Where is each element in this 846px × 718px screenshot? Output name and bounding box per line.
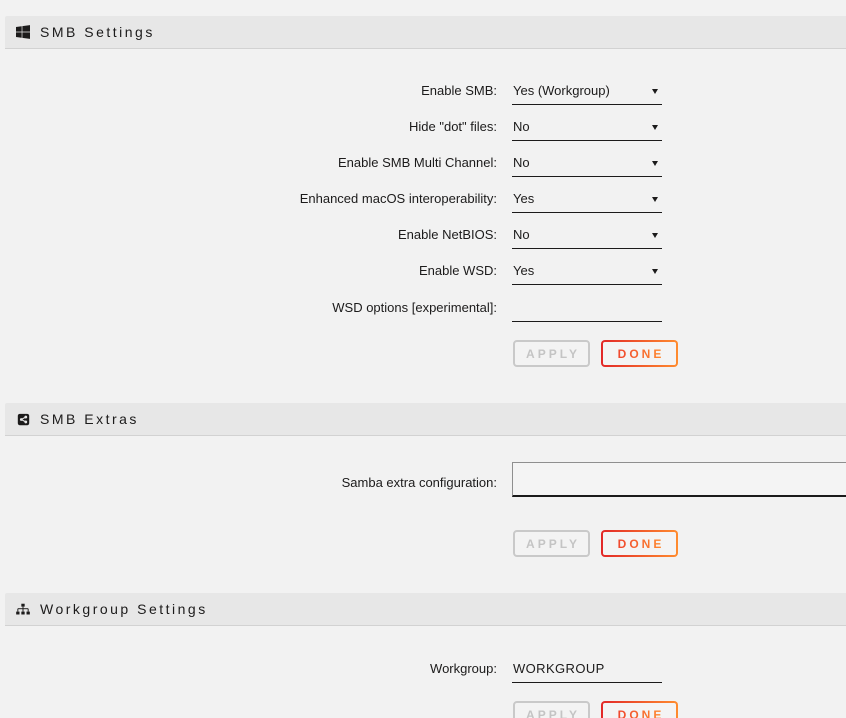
- smb-settings-done-button[interactable]: DONE: [601, 340, 678, 367]
- workgroup-apply-button[interactable]: APPLY: [513, 701, 590, 718]
- wsd-options-input[interactable]: [512, 300, 662, 322]
- workgroup-input[interactable]: [512, 661, 662, 683]
- select-value: No: [513, 227, 530, 242]
- field-row-macos-interop: Enhanced macOS interoperability: Yes: [0, 191, 846, 213]
- field-label: Enable SMB Multi Channel:: [0, 155, 497, 170]
- caret-down-icon: [652, 197, 658, 202]
- field-row-enable-netbios: Enable NetBIOS: No: [0, 227, 846, 249]
- section-title: SMB Extras: [40, 411, 139, 427]
- field-label: Hide "dot" files:: [0, 119, 497, 134]
- field-label: WSD options [experimental]:: [0, 300, 497, 315]
- hide-dot-files-select[interactable]: No: [512, 119, 662, 141]
- select-value: Yes: [513, 191, 534, 206]
- button-row: APPLY DONE: [513, 701, 846, 718]
- smb-extras-done-button[interactable]: DONE: [601, 530, 678, 557]
- field-row-smb-multi-channel: Enable SMB Multi Channel: No: [0, 155, 846, 177]
- section-title: Workgroup Settings: [40, 601, 208, 617]
- field-row-enable-smb: Enable SMB: Yes (Workgroup): [0, 83, 846, 105]
- field-label: Workgroup:: [0, 661, 497, 676]
- caret-down-icon: [652, 89, 658, 94]
- field-row-hide-dot-files: Hide "dot" files: No: [0, 119, 846, 141]
- section-workgroup-settings: Workgroup Settings Workgroup: APPLY DONE: [0, 593, 846, 718]
- field-row-enable-wsd: Enable WSD: Yes: [0, 263, 846, 285]
- caret-down-icon: [652, 161, 658, 166]
- field-label: Enable SMB:: [0, 83, 497, 98]
- field-label: Enable WSD:: [0, 263, 497, 278]
- select-value: No: [513, 119, 530, 134]
- share-alt-square-icon: [16, 412, 30, 426]
- field-row-samba-extra-config: Samba extra configuration:: [0, 462, 846, 502]
- workgroup-done-button[interactable]: DONE: [601, 701, 678, 718]
- caret-down-icon: [652, 269, 658, 274]
- section-header-smb-settings: SMB Settings: [5, 16, 846, 49]
- smb-settings-apply-button[interactable]: APPLY: [513, 340, 590, 367]
- field-label: Samba extra configuration:: [0, 475, 497, 490]
- section-title: SMB Settings: [40, 24, 155, 40]
- enable-netbios-select[interactable]: No: [512, 227, 662, 249]
- section-header-smb-extras: SMB Extras: [5, 403, 846, 436]
- samba-extra-config-textarea[interactable]: [512, 462, 846, 497]
- enable-smb-select[interactable]: Yes (Workgroup): [512, 83, 662, 105]
- button-row: APPLY DONE: [513, 530, 846, 557]
- field-row-wsd-options: WSD options [experimental]:: [0, 299, 846, 322]
- field-label: Enable NetBIOS:: [0, 227, 497, 242]
- select-value: Yes (Workgroup): [513, 83, 610, 98]
- field-row-workgroup: Workgroup:: [0, 660, 846, 683]
- caret-down-icon: [652, 233, 658, 238]
- windows-icon: [16, 25, 30, 39]
- smb-extras-apply-button[interactable]: APPLY: [513, 530, 590, 557]
- macos-interop-select[interactable]: Yes: [512, 191, 662, 213]
- button-row: APPLY DONE: [513, 340, 846, 367]
- settings-page: SMB Settings Enable SMB: Yes (Workgroup)…: [0, 0, 846, 718]
- select-value: Yes: [513, 263, 534, 278]
- section-header-workgroup-settings: Workgroup Settings: [5, 593, 846, 626]
- sitemap-icon: [16, 602, 30, 616]
- field-label: Enhanced macOS interoperability:: [0, 191, 497, 206]
- enable-wsd-select[interactable]: Yes: [512, 263, 662, 285]
- section-smb-settings: SMB Settings Enable SMB: Yes (Workgroup)…: [0, 16, 846, 395]
- section-smb-extras: SMB Extras Samba extra configuration: AP…: [0, 403, 846, 585]
- select-value: No: [513, 155, 530, 170]
- smb-multi-channel-select[interactable]: No: [512, 155, 662, 177]
- caret-down-icon: [652, 125, 658, 130]
